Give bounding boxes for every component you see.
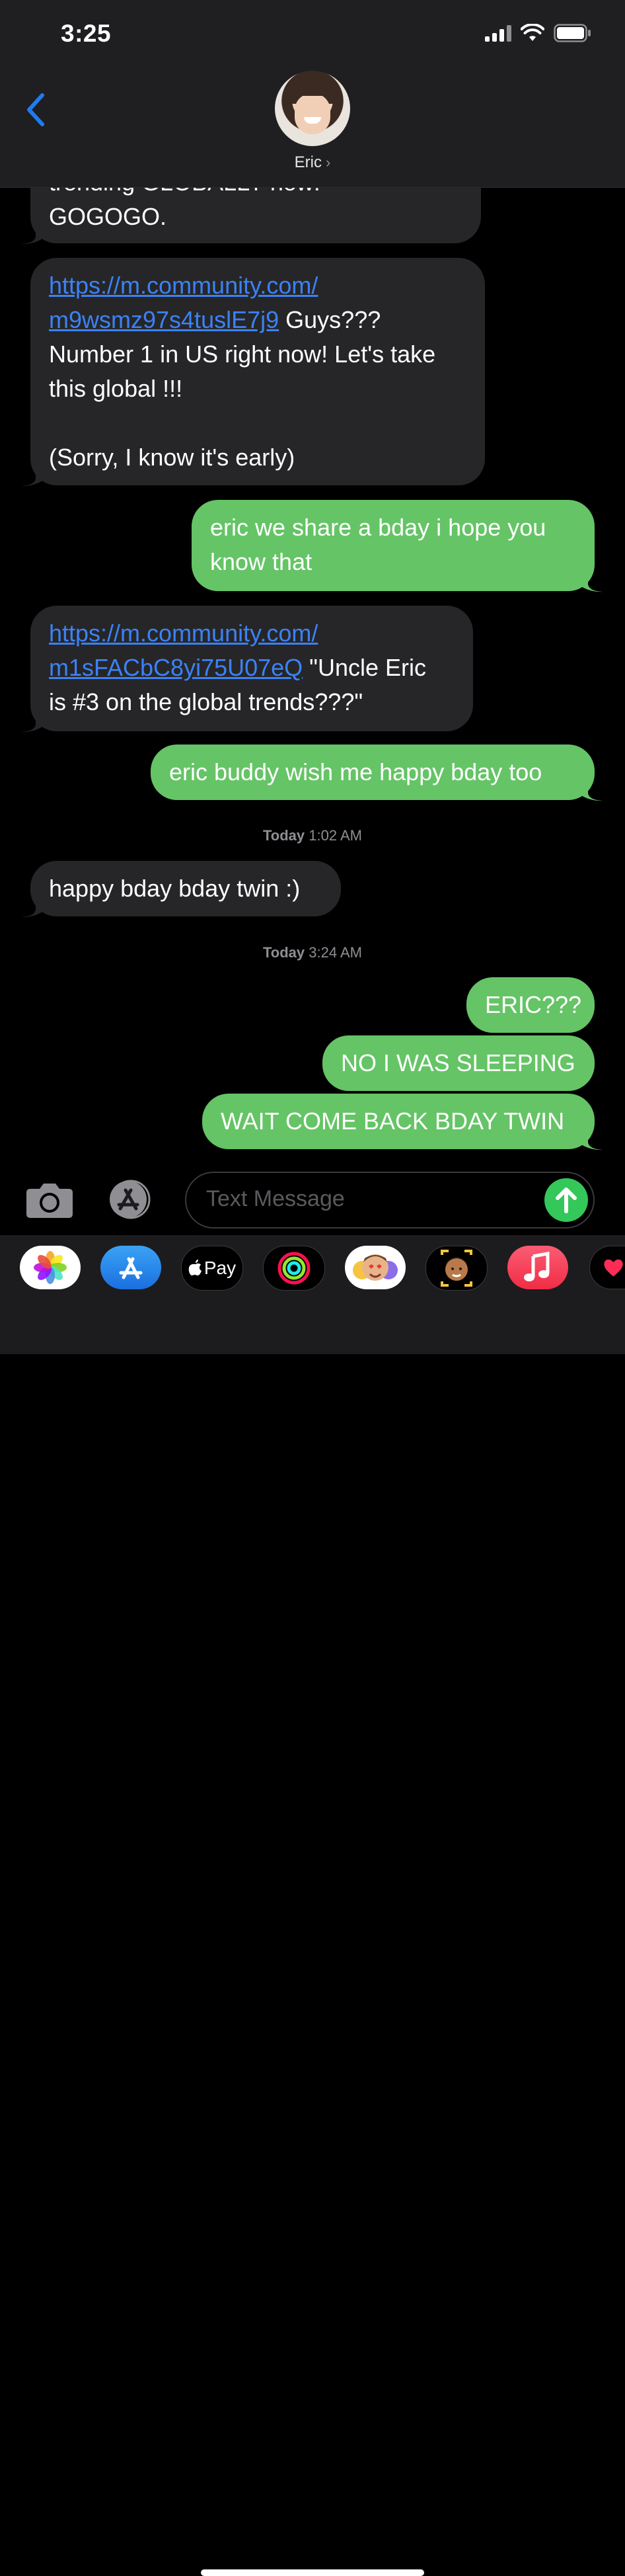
message-timestamp: Today 1:02 AM <box>263 827 362 844</box>
app-store-icon[interactable] <box>100 1246 161 1289</box>
message-text: "Uncle Eric <box>303 654 426 681</box>
outgoing-message[interactable]: eric we share a bday i hope you know tha… <box>192 500 595 591</box>
incoming-message[interactable]: https://m.community.com/ m9wsmz97s4tuslE… <box>30 258 485 485</box>
message-text: happy bday bday twin :) <box>49 875 301 902</box>
digital-touch-icon[interactable] <box>589 1246 625 1289</box>
message-line: GOGOGO. <box>49 203 167 230</box>
apple-pay-label: Pay <box>203 1258 237 1278</box>
message-timestamp: Today 3:24 AM <box>263 944 362 961</box>
home-indicator[interactable] <box>201 2569 424 2576</box>
memoji-icon[interactable] <box>425 1246 488 1291</box>
message-input[interactable]: Text Message <box>185 1172 595 1228</box>
contact-name: Eric <box>294 153 322 171</box>
photos-icon[interactable] <box>20 1246 81 1289</box>
outgoing-message[interactable]: WAIT COME BACK BDAY TWIN <box>202 1094 595 1149</box>
conversation-header: 3:25 Eric › <box>0 0 625 188</box>
imessage-app-drawer: Pay <box>0 1235 625 2576</box>
send-button[interactable] <box>544 1178 588 1222</box>
status-icons <box>485 24 592 42</box>
bubble-tail <box>580 782 603 801</box>
message-text: NO I WAS SLEEPING <box>341 1049 575 1076</box>
message-line: (Sorry, I know it's early) <box>49 444 295 471</box>
apple-pay-icon[interactable]: Pay <box>181 1246 243 1291</box>
message-link[interactable]: https://m.community.com/ <box>49 620 318 647</box>
activity-icon[interactable] <box>263 1246 325 1291</box>
status-time: 3:25 <box>61 20 112 47</box>
message-line: know that <box>210 548 312 575</box>
outgoing-message[interactable]: ERIC??? <box>466 977 595 1033</box>
outgoing-message[interactable]: eric buddy wish me happy bday too <box>151 745 595 800</box>
contact-avatar[interactable] <box>275 71 350 146</box>
bubble-tail <box>580 1131 603 1150</box>
animoji-icon[interactable] <box>345 1246 406 1289</box>
back-chevron-icon[interactable] <box>22 91 49 128</box>
message-text: eric buddy wish me happy bday too <box>169 758 542 785</box>
cellular-signal-icon <box>485 24 511 42</box>
camera-icon[interactable] <box>25 1180 74 1219</box>
bubble-tail <box>21 467 44 487</box>
message-text: WAIT COME BACK BDAY TWIN <box>221 1107 565 1135</box>
message-input-placeholder: Text Message <box>206 1186 345 1211</box>
message-link[interactable]: m1sFACbC8yi75U07eQ <box>49 654 303 681</box>
bubble-tail <box>21 898 44 918</box>
bubble-tail <box>21 713 44 733</box>
battery-icon <box>554 24 591 42</box>
apple-logo-icon <box>188 1260 202 1275</box>
wifi-icon <box>521 24 544 41</box>
message-link[interactable]: m9wsmz97s4tuslE7j9 <box>49 306 279 333</box>
message-link[interactable]: https://m.community.com/ <box>49 272 318 299</box>
chevron-right-icon: › <box>326 154 331 171</box>
bubble-tail <box>580 573 603 592</box>
message-line: is #3 on the global trends???" <box>49 688 363 715</box>
message-text: ERIC??? <box>485 991 582 1018</box>
outgoing-message[interactable]: NO I WAS SLEEPING <box>322 1035 595 1091</box>
contact-name-button[interactable]: Eric › <box>0 153 625 172</box>
music-icon[interactable] <box>507 1246 568 1289</box>
arrow-up-icon <box>556 1187 577 1213</box>
message-line: eric we share a bday i hope you <box>210 514 546 541</box>
message-line: this global !!! <box>49 375 183 402</box>
bubble-tail <box>21 225 44 245</box>
message-text: Guys??? <box>279 306 381 333</box>
message-line: Number 1 in US right now! Let's take <box>49 341 436 368</box>
incoming-message[interactable]: https://m.community.com/ m1sFACbC8yi75U0… <box>30 606 473 731</box>
app-store-apps-icon[interactable] <box>104 1180 160 1219</box>
incoming-message[interactable]: happy bday bday twin :) <box>30 861 341 916</box>
